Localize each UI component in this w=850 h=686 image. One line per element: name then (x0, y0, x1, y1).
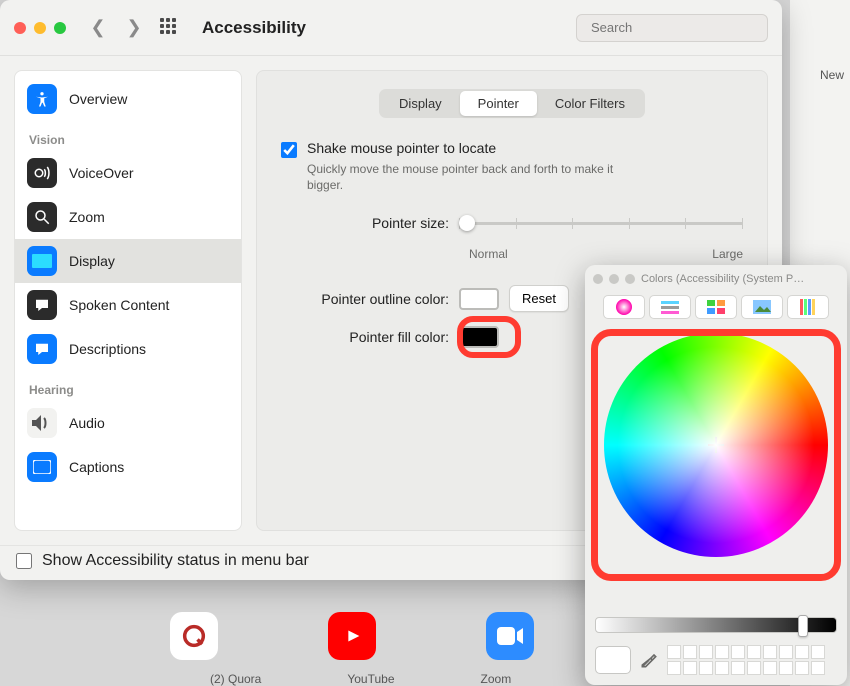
crosshair-icon[interactable] (708, 437, 724, 453)
sidebar-item-overview[interactable]: Overview (15, 77, 241, 121)
picker-minimize-icon[interactable] (609, 274, 619, 284)
picker-tab-wheel[interactable] (603, 295, 645, 319)
sidebar-item-display[interactable]: Display (15, 239, 241, 283)
palette-icon (707, 300, 725, 314)
toolbar: ❮ ❯ Accessibility (0, 0, 782, 56)
picker-tab-pencils[interactable] (787, 295, 829, 319)
window-title: Accessibility (202, 18, 306, 38)
sidebar-item-captions[interactable]: Captions (15, 445, 241, 489)
sidebar-item-label: VoiceOver (69, 165, 134, 181)
sidebar-item-label: Overview (69, 91, 127, 107)
background-app-icons (170, 612, 534, 660)
spoken-content-icon (27, 290, 57, 320)
quora-icon[interactable] (170, 612, 218, 660)
picker-tab-sliders[interactable] (649, 295, 691, 319)
sidebar: Overview Vision VoiceOver Zoom Display (14, 70, 242, 531)
brightness-slider[interactable] (595, 617, 837, 633)
color-wheel-icon (615, 298, 633, 316)
picker-wheel-area[interactable] (585, 325, 847, 611)
audio-icon (27, 408, 57, 438)
slider-min-label: Normal (469, 247, 508, 261)
status-menubar-checkbox[interactable] (16, 553, 32, 569)
accessibility-icon (27, 84, 57, 114)
fill-color-swatch[interactable] (459, 326, 499, 348)
close-window-icon[interactable] (14, 22, 26, 34)
picker-footer (585, 639, 847, 685)
tab-pointer[interactable]: Pointer (460, 91, 537, 116)
pointer-size-label: Pointer size: (281, 215, 459, 231)
sidebar-section-hearing: Hearing (15, 371, 241, 401)
voiceover-icon (27, 158, 57, 188)
shake-to-locate-checkbox[interactable] (281, 142, 297, 158)
tab-color-filters[interactable]: Color Filters (537, 91, 643, 116)
sidebar-item-label: Captions (69, 459, 124, 475)
background-app-labels: (2) Quora YouTube Zoom (210, 672, 511, 686)
picker-close-icon[interactable] (593, 274, 603, 284)
zoom-app-icon[interactable] (486, 612, 534, 660)
grid-icon (160, 18, 180, 38)
sliders-icon (661, 300, 679, 314)
sidebar-item-label: Audio (69, 415, 105, 431)
youtube-icon[interactable] (328, 612, 376, 660)
sidebar-item-zoom[interactable]: Zoom (15, 195, 241, 239)
slider-max-label: Large (712, 247, 743, 261)
shake-to-locate-label: Shake mouse pointer to locate (307, 140, 496, 156)
tab-display[interactable]: Display (381, 91, 460, 116)
zoom-icon (27, 202, 57, 232)
status-menubar-label: Show Accessibility status in menu bar (42, 552, 309, 570)
app-label: YouTube (347, 672, 394, 686)
current-color-swatch[interactable] (595, 646, 631, 674)
color-picker-window: Colors (Accessibility (System P… (585, 265, 847, 685)
display-icon (27, 246, 57, 276)
background-new-label: New (820, 68, 844, 82)
forward-button[interactable]: ❯ (120, 15, 148, 41)
sidebar-item-descriptions[interactable]: Descriptions (15, 327, 241, 371)
picker-tab-palettes[interactable] (695, 295, 737, 319)
search-field[interactable] (576, 14, 768, 42)
pointer-size-slider[interactable] (459, 213, 743, 233)
search-input[interactable] (591, 20, 767, 35)
image-icon (753, 300, 771, 314)
shake-to-locate-desc: Quickly move the mouse pointer back and … (307, 162, 647, 193)
sidebar-item-label: Spoken Content (69, 297, 169, 313)
back-button[interactable]: ❮ (84, 15, 112, 41)
pencils-icon (799, 299, 817, 315)
picker-mode-tabs[interactable] (585, 293, 847, 325)
color-wheel[interactable] (604, 333, 828, 557)
minimize-window-icon[interactable] (34, 22, 46, 34)
brightness-slider-knob[interactable] (798, 615, 808, 637)
sidebar-item-audio[interactable]: Audio (15, 401, 241, 445)
app-label: (2) Quora (210, 672, 261, 686)
zoom-window-icon[interactable] (54, 22, 66, 34)
sidebar-item-label: Descriptions (69, 341, 146, 357)
traffic-lights[interactable] (14, 22, 66, 34)
sidebar-item-voiceover[interactable]: VoiceOver (15, 151, 241, 195)
picker-tab-image[interactable] (741, 295, 783, 319)
captions-icon (27, 452, 57, 482)
reset-button[interactable]: Reset (509, 285, 569, 312)
picker-titlebar[interactable]: Colors (Accessibility (System P… (585, 265, 847, 293)
show-all-button[interactable] (156, 15, 184, 41)
tab-segmented-control[interactable]: Display Pointer Color Filters (379, 89, 645, 118)
descriptions-icon (27, 334, 57, 364)
saved-colors-grid[interactable] (667, 645, 825, 675)
fill-color-label: Pointer fill color: (281, 329, 459, 345)
eyedropper-icon[interactable] (639, 650, 659, 670)
app-label: Zoom (481, 672, 512, 686)
sidebar-item-spoken-content[interactable]: Spoken Content (15, 283, 241, 327)
sidebar-section-vision: Vision (15, 121, 241, 151)
outline-color-swatch[interactable] (459, 288, 499, 310)
sidebar-item-label: Zoom (69, 209, 105, 225)
picker-title: Colors (Accessibility (System P… (641, 273, 804, 285)
picker-zoom-icon[interactable] (625, 274, 635, 284)
outline-color-label: Pointer outline color: (281, 291, 459, 307)
sidebar-item-label: Display (69, 253, 115, 269)
